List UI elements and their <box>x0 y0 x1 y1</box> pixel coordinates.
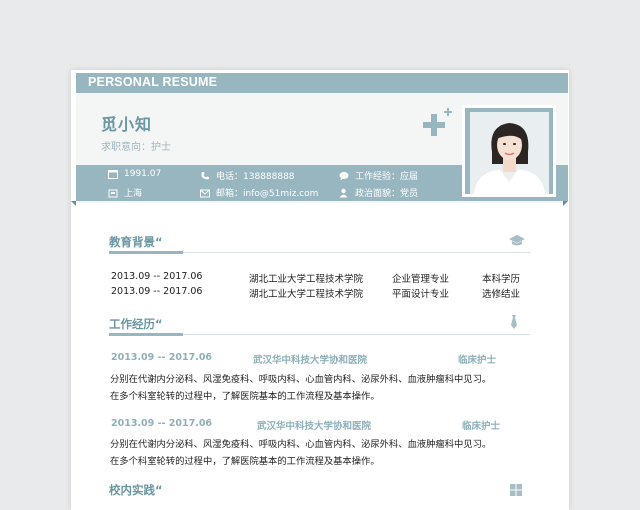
graduation-cap-icon <box>509 235 525 246</box>
chat-icon <box>339 171 349 180</box>
edu-row-1-major: 企业管理专业 <box>392 274 450 285</box>
profile-photo <box>470 112 549 194</box>
work-2-line-1: 分别在代谢内分泌科、风湿免疫科、呼吸内科、心血管内科、泌尿外科、血液肿瘤科中见习… <box>110 439 492 450</box>
edu-row-2-school: 湖北工业大学工程技术学院 <box>249 289 364 300</box>
education-title: 教育背景“ <box>109 235 163 249</box>
work-2-role: 临床护士 <box>462 421 501 432</box>
email-text: 邮箱：info@51miz.com <box>216 189 319 199</box>
windows-icon <box>510 484 522 496</box>
location-text: 上海 <box>124 189 143 199</box>
edu-row-2-degree: 选修结业 <box>482 289 521 300</box>
work-2-line-2: 在多个科室轮转的过程中，了解医院基本的工作流程及基本操作。 <box>110 456 380 467</box>
info-politics: 政治面貌：党员 <box>339 186 418 199</box>
info-birth: 1991.07 <box>108 169 161 179</box>
info-experience: 工作经验：应届 <box>339 169 418 182</box>
ribbon-fold-right <box>563 201 568 206</box>
phone-icon <box>201 171 209 179</box>
info-phone: 电话：138888888 <box>200 169 295 182</box>
edu-row-2-major: 平面设计专业 <box>392 289 450 300</box>
tie-icon <box>511 315 517 329</box>
info-location: 上海 <box>108 186 142 199</box>
small-plus-icon <box>444 108 452 116</box>
work-1-line-2: 在多个科室轮转的过程中，了解医院基本的工作流程及基本操作。 <box>110 391 380 402</box>
phone-text: 电话：138888888 <box>216 172 295 182</box>
work-1-line-1: 分别在代谢内分泌科、风湿免疫科、呼吸内科、心血管内科、泌尿外科、血液肿瘤科中见习… <box>110 374 492 385</box>
experience-text: 工作经验：应届 <box>355 172 419 182</box>
location-icon <box>108 189 118 197</box>
campus-title: 校内实践“ <box>109 483 163 497</box>
work-1-period: 2013.09 -- 2017.06 <box>111 352 213 363</box>
edu-row-1-degree: 本科学历 <box>482 274 521 285</box>
work-2-period: 2013.09 -- 2017.06 <box>111 418 213 429</box>
ribbon-fold-left <box>71 201 76 206</box>
work-title: 工作经历“ <box>109 317 163 331</box>
work-accent <box>109 333 183 336</box>
calendar-icon <box>108 170 118 179</box>
job-intention: 求职意向：护士 <box>101 142 171 153</box>
work-2-company: 武汉华中科技大学协和医院 <box>257 421 372 432</box>
education-accent <box>109 251 183 254</box>
work-1-role: 临床护士 <box>458 355 497 366</box>
candidate-name: 觅小知 <box>101 115 153 134</box>
politics-text: 政治面貌：党员 <box>355 189 419 199</box>
info-email: 邮箱：info@51miz.com <box>200 186 318 199</box>
mail-icon <box>200 189 210 197</box>
banner-title: PERSONAL RESUME <box>88 75 218 89</box>
birth-text: 1991.07 <box>124 169 162 179</box>
portrait-illustration <box>470 112 549 194</box>
user-icon <box>339 188 348 197</box>
edu-row-1-school: 湖北工业大学工程技术学院 <box>249 274 364 285</box>
edu-row-2-period: 2013.09 -- 2017.06 <box>111 286 203 297</box>
plus-icon <box>423 114 445 136</box>
work-1-company: 武汉华中科技大学协和医院 <box>253 355 368 366</box>
edu-row-1-period: 2013.09 -- 2017.06 <box>111 271 203 282</box>
